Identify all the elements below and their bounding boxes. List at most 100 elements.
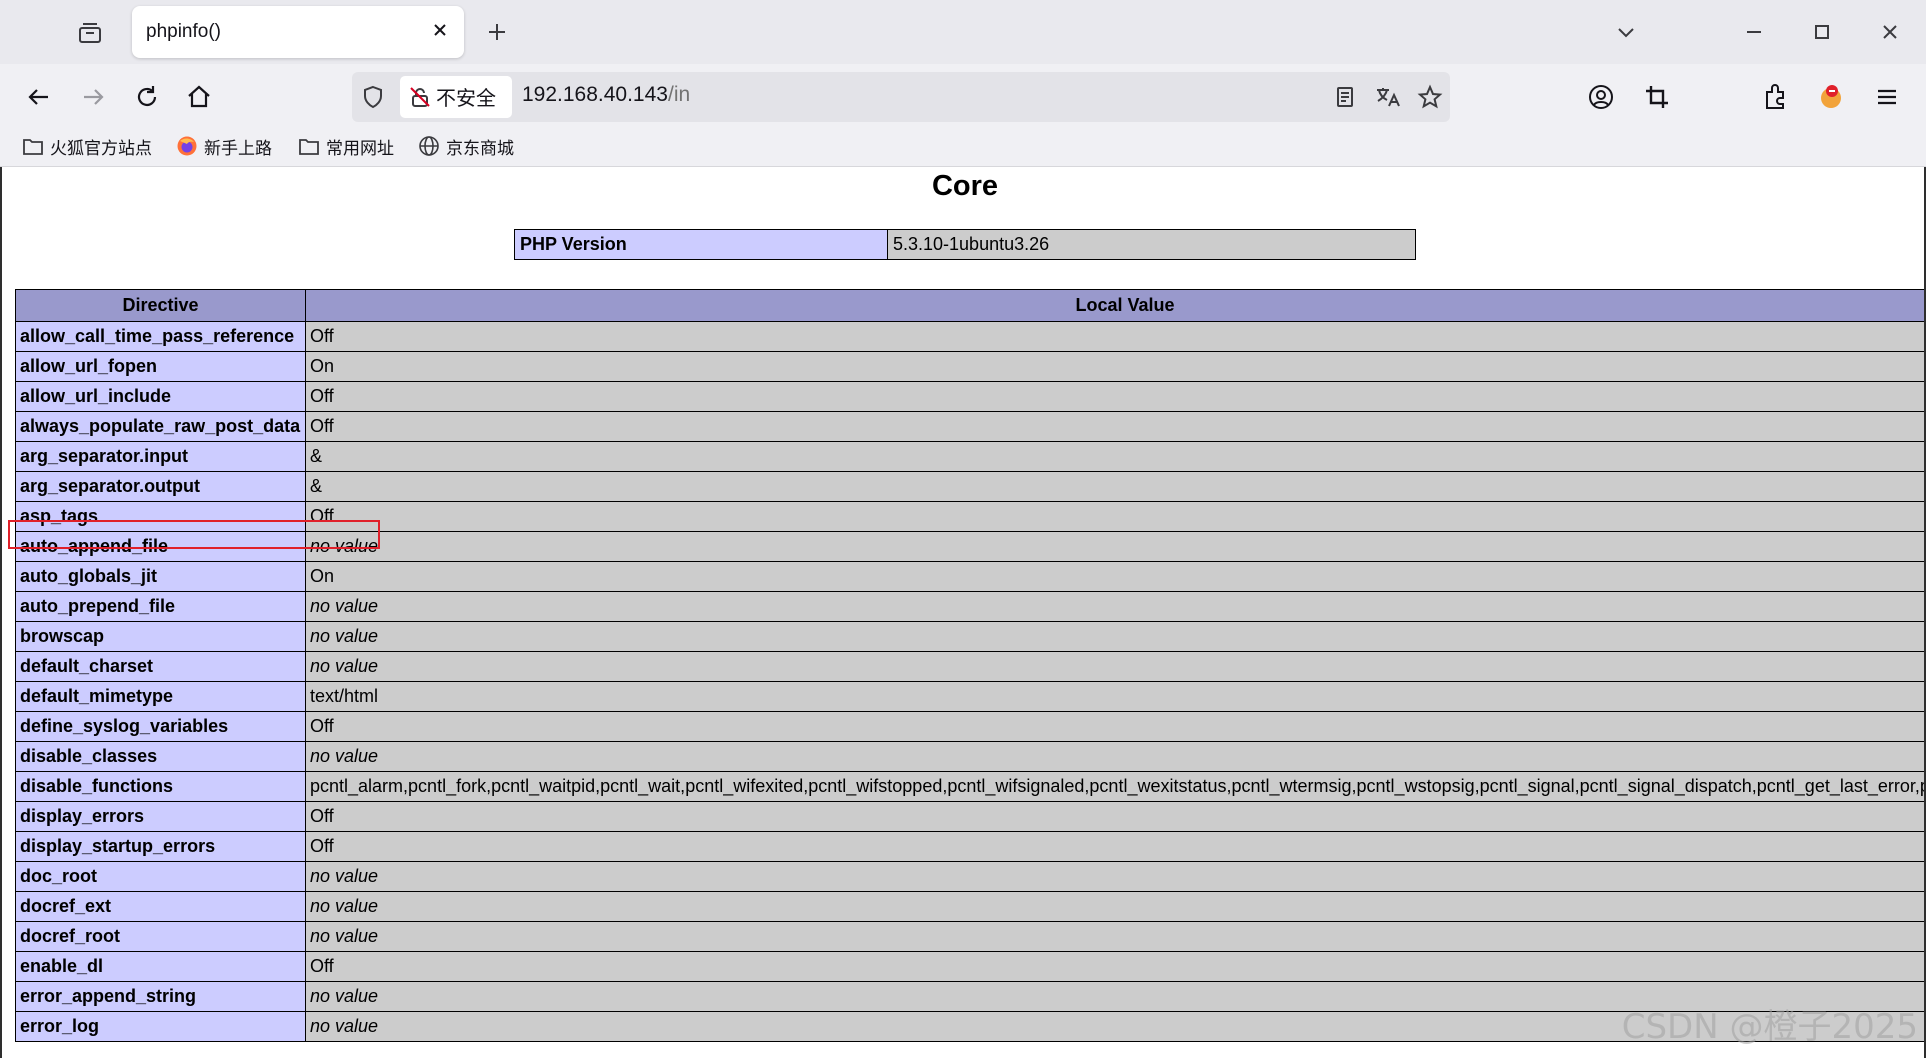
- directive-value: Off: [305, 381, 1924, 412]
- directive-value: Off: [305, 951, 1924, 982]
- table-row: auto_globals_jit On: [15, 561, 1924, 592]
- directive-value: no value: [305, 891, 1924, 922]
- shield-icon[interactable]: [360, 84, 386, 110]
- folder-icon: [23, 139, 43, 155]
- table-row: default_mimetype text/html: [15, 681, 1924, 712]
- header-local-value: Local Value: [305, 289, 1924, 322]
- table-row: arg_separator.input &: [15, 441, 1924, 472]
- table-row: doc_root no value: [15, 861, 1924, 892]
- new-tab-icon[interactable]: [484, 19, 510, 45]
- globe-icon: [419, 136, 439, 156]
- directive-name: auto_globals_jit: [15, 561, 306, 592]
- table-row: allow_url_include Off: [15, 381, 1924, 412]
- table-row: disable_functions pcntl_alarm,pcntl_fork,…: [15, 771, 1924, 802]
- home-icon[interactable]: [184, 82, 214, 112]
- php-version-label: PHP Version: [514, 229, 888, 260]
- bookmark-label: 京东商城: [446, 138, 514, 159]
- account-icon[interactable]: [1586, 82, 1616, 112]
- tab-phpinfo[interactable]: phpinfo(): [132, 6, 464, 58]
- folder-icon: [299, 139, 319, 155]
- table-row: enable_dl Off: [15, 951, 1924, 982]
- directive-value: Off: [305, 321, 1924, 352]
- directive-name: default_charset: [15, 651, 306, 682]
- bookmark-star-icon[interactable]: [1416, 83, 1444, 111]
- browser-chrome: phpinfo() 不安全 192.168.40.143/in 火狐官方站点 新…: [0, 0, 1926, 167]
- reload-icon[interactable]: [132, 82, 162, 112]
- directive-value: no value: [305, 861, 1924, 892]
- translate-icon[interactable]: [1374, 84, 1400, 110]
- navigation-bar: 不安全 192.168.40.143/in: [0, 64, 1926, 128]
- insecure-lock-icon: [410, 87, 430, 107]
- directive-value: Off: [305, 501, 1924, 532]
- directive-name: error_append_string: [15, 981, 306, 1012]
- close-window-icon[interactable]: [1876, 18, 1904, 46]
- security-label: 不安全: [436, 86, 496, 110]
- list-all-tabs-icon[interactable]: [1612, 18, 1640, 46]
- table-row: display_startup_errors Off: [15, 831, 1924, 862]
- directive-name: docref_ext: [15, 891, 306, 922]
- directive-value: text/html: [305, 681, 1924, 712]
- directive-name: disable_functions: [15, 771, 306, 802]
- minimize-icon[interactable]: [1740, 18, 1768, 46]
- table-row: PHP Version 5.3.10-1ubuntu3.26: [514, 229, 1416, 260]
- directive-name: display_startup_errors: [15, 831, 306, 862]
- forward-icon[interactable]: [78, 82, 108, 112]
- directive-value: no value: [305, 531, 1924, 562]
- directive-name: allow_url_fopen: [15, 351, 306, 382]
- directive-value: On: [305, 351, 1924, 382]
- extensions-icon[interactable]: [1760, 82, 1790, 112]
- directive-name: asp_tags: [15, 501, 306, 532]
- directive-value: &: [305, 441, 1924, 472]
- table-row: allow_call_time_pass_reference Off: [15, 321, 1924, 352]
- header-directive: Directive: [15, 289, 306, 322]
- table-row: asp_tags Off: [15, 501, 1924, 532]
- address-bar[interactable]: 不安全 192.168.40.143/in: [352, 72, 1450, 122]
- directive-name: define_syslog_variables: [15, 711, 306, 742]
- directive-value: Off: [305, 801, 1924, 832]
- directive-name: browscap: [15, 621, 306, 652]
- directive-name: allow_url_include: [15, 381, 306, 412]
- bookmark-item[interactable]: 火狐官方站点: [22, 133, 152, 159]
- maximize-icon[interactable]: [1808, 18, 1836, 46]
- extension-avatar-icon[interactable]: [1816, 82, 1846, 112]
- tab-strip: phpinfo(): [0, 0, 1926, 64]
- table-row: auto_append_file no value: [15, 531, 1924, 562]
- tab-list-icon[interactable]: [76, 20, 104, 46]
- directive-name: disable_classes: [15, 741, 306, 772]
- directive-value: no value: [305, 591, 1924, 622]
- reader-view-icon[interactable]: [1332, 84, 1358, 110]
- bookmark-item[interactable]: 新手上路: [176, 133, 272, 159]
- table-row: always_populate_raw_post_data Off: [15, 411, 1924, 442]
- url-host: 192.168.40.143: [522, 83, 668, 106]
- bookmark-item[interactable]: 常用网址: [298, 133, 394, 159]
- menu-icon[interactable]: [1872, 82, 1902, 112]
- table-row: display_errors Off: [15, 801, 1924, 832]
- directive-table: Directive Local Value allow_call_time_pa…: [15, 289, 1924, 1042]
- table-row: browscap no value: [15, 621, 1924, 652]
- directive-name: auto_append_file: [15, 531, 306, 562]
- bookmark-label: 火狐官方站点: [50, 138, 152, 159]
- php-version-table: PHP Version 5.3.10-1ubuntu3.26: [514, 229, 1416, 260]
- url-text[interactable]: 192.168.40.143/in: [522, 83, 690, 107]
- url-path: /in: [667, 83, 691, 106]
- directive-value: On: [305, 561, 1924, 592]
- screenshot-icon[interactable]: [1642, 82, 1672, 112]
- php-version-value: 5.3.10-1ubuntu3.26: [887, 229, 1416, 260]
- table-row: disable_classes no value: [15, 741, 1924, 772]
- table-row: default_charset no value: [15, 651, 1924, 682]
- table-row: define_syslog_variables Off: [15, 711, 1924, 742]
- directive-value: Off: [305, 711, 1924, 742]
- directive-name: docref_root: [15, 921, 306, 952]
- directive-name: arg_separator.input: [15, 441, 306, 472]
- close-tab-icon[interactable]: [430, 20, 450, 40]
- bookmark-item[interactable]: 京东商城: [418, 133, 514, 159]
- table-row: arg_separator.output &: [15, 471, 1924, 502]
- directive-name: default_mimetype: [15, 681, 306, 712]
- back-icon[interactable]: [24, 82, 54, 112]
- table-row: auto_prepend_file no value: [15, 591, 1924, 622]
- directive-name: auto_prepend_file: [15, 591, 306, 622]
- directive-name: arg_separator.output: [15, 471, 306, 502]
- directive-value: no value: [305, 921, 1924, 952]
- bookmark-label: 新手上路: [204, 138, 272, 159]
- table-row: docref_ext no value: [15, 891, 1924, 922]
